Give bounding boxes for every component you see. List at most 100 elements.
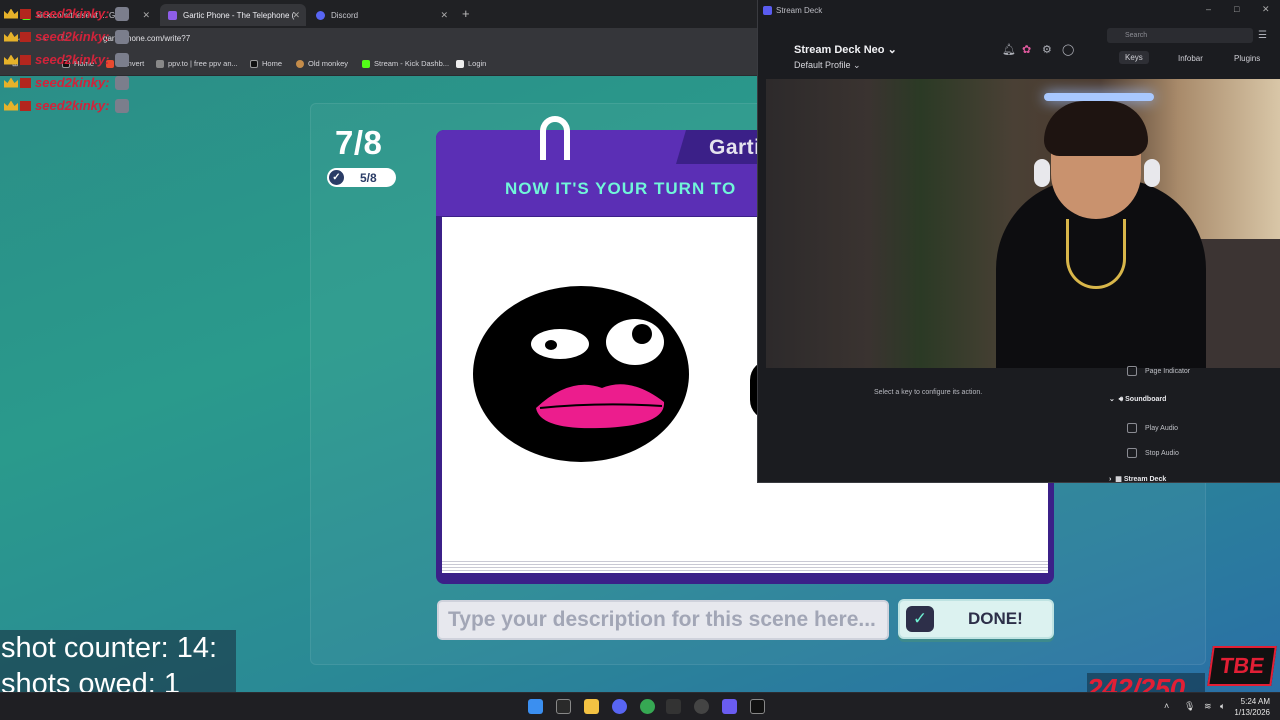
gear-icon[interactable]: ⚙ bbox=[1042, 43, 1052, 56]
chat-message: seed2kinky: bbox=[4, 2, 130, 25]
minimize-icon[interactable]: – bbox=[1206, 4, 1211, 14]
close-icon[interactable]: ✕ bbox=[292, 10, 300, 21]
action-stop-audio[interactable]: Stop Audio bbox=[1127, 448, 1179, 458]
page-indicator-icon bbox=[1127, 366, 1137, 376]
players-ready-badge: ✓ 5/8 bbox=[327, 168, 396, 187]
category-stream-deck[interactable]: › ▦ Stream Deck bbox=[1109, 475, 1166, 483]
tab-label: Gartic Phone - The Telephone ( bbox=[183, 10, 295, 20]
chevron-down-icon: ⌄ bbox=[887, 44, 897, 56]
close-icon[interactable]: ✕ bbox=[1262, 4, 1270, 15]
chevron-right-icon: › bbox=[1109, 476, 1112, 483]
windows-start-icon[interactable] bbox=[528, 699, 543, 714]
davinci-icon[interactable] bbox=[750, 699, 765, 714]
kick-icon bbox=[362, 59, 370, 68]
check-icon: ✓ bbox=[906, 606, 934, 632]
badge-icon bbox=[20, 77, 31, 88]
right-pupil bbox=[632, 324, 652, 344]
chat-username: seed2kinky: bbox=[35, 75, 110, 90]
emote-icon bbox=[115, 6, 130, 21]
monkey-icon bbox=[296, 59, 304, 68]
scene-description-input[interactable] bbox=[437, 600, 889, 640]
close-icon[interactable]: ✕ bbox=[142, 10, 150, 21]
discord-icon[interactable] bbox=[612, 699, 627, 714]
notification-icon[interactable]: 🔔︎ bbox=[1002, 43, 1016, 56]
chat-message: seed2kinky: bbox=[4, 25, 130, 48]
emote-icon bbox=[115, 98, 130, 113]
stop-audio-icon bbox=[1127, 448, 1137, 458]
epic-games-icon[interactable] bbox=[666, 699, 681, 714]
profile-selector[interactable]: Default Profile ⌄ bbox=[794, 60, 861, 71]
tab-label: Infobar bbox=[1178, 54, 1203, 63]
bookmark-home-2[interactable]: Home bbox=[250, 59, 282, 68]
tab-infobar[interactable]: Infobar bbox=[1178, 54, 1203, 63]
action-play-audio[interactable]: Play Audio bbox=[1127, 423, 1178, 433]
login-icon bbox=[456, 59, 464, 68]
done-label: DONE! bbox=[968, 609, 1023, 628]
search-input[interactable]: Search bbox=[1107, 28, 1253, 43]
chat-username: seed2kinky: bbox=[35, 29, 110, 44]
tab-gartic[interactable]: Gartic Phone - The Telephone ( ✕ bbox=[160, 4, 306, 26]
grid-icon: ▦ bbox=[1115, 476, 1122, 483]
tab-discord[interactable]: Discord ✕ bbox=[308, 4, 454, 26]
windows-taskbar: ˄ 🎙︎ ≋ 🔈︎ 5:24 AM 1/13/2026 bbox=[0, 692, 1280, 720]
speaker-icon: 🔊︎ bbox=[1118, 396, 1124, 403]
device-selector[interactable]: Stream Deck Neo ⌄ bbox=[794, 43, 897, 56]
microphone-icon[interactable]: 🎙︎ bbox=[1184, 701, 1195, 712]
stream-chat-overlay: seed2kinky: seed2kinky: seed2kinky: seed… bbox=[4, 2, 130, 117]
action-label: Stop Audio bbox=[1145, 449, 1179, 457]
round-counter: 7/8 bbox=[335, 124, 383, 161]
wifi-icon[interactable]: ≋ bbox=[1204, 701, 1212, 712]
tab-plugins[interactable]: Plugins bbox=[1234, 54, 1260, 63]
tab-label: Plugins bbox=[1234, 54, 1261, 63]
app-icon[interactable] bbox=[556, 699, 571, 714]
headphone-right bbox=[1144, 159, 1160, 187]
system-clock[interactable]: 5:24 AM 1/13/2026 bbox=[1234, 696, 1270, 718]
action-page-indicator[interactable]: Page Indicator bbox=[1127, 366, 1190, 376]
crown-icon bbox=[4, 77, 18, 88]
badge-icon bbox=[20, 31, 31, 42]
action-label: Play Audio bbox=[1145, 424, 1179, 432]
chat-username: seed2kinky: bbox=[35, 98, 110, 113]
bookmark-label: ppv.to | free ppv an... bbox=[168, 59, 238, 68]
volume-icon[interactable]: 🔈︎ bbox=[1220, 701, 1225, 712]
chevron-up-icon[interactable]: ˄ bbox=[1164, 701, 1169, 711]
chat-username: seed2kinky: bbox=[35, 6, 110, 21]
stream-deck-titlebar: Stream Deck – □ ✕ bbox=[758, 0, 1280, 22]
right-eye bbox=[606, 319, 664, 365]
account-icon[interactable]: ◯ bbox=[1062, 43, 1074, 56]
bookmark-old-monkey[interactable]: Old monkey bbox=[296, 59, 348, 68]
new-tab-button[interactable]: + bbox=[462, 6, 470, 21]
gartic-icon bbox=[168, 10, 177, 20]
clock-date: 1/13/2026 bbox=[1234, 708, 1270, 717]
obs-icon[interactable] bbox=[694, 699, 709, 714]
stream-deck-icon[interactable] bbox=[722, 699, 737, 714]
crown-icon bbox=[4, 100, 18, 111]
category-soundboard[interactable]: ⌄ 🔊︎ Soundboard bbox=[1109, 395, 1166, 404]
face-shape bbox=[473, 286, 689, 462]
tab-keys[interactable]: Keys bbox=[1119, 51, 1149, 64]
chat-username: seed2kinky: bbox=[35, 52, 110, 67]
key-config-hint: Select a key to configure its action. bbox=[874, 389, 983, 396]
badge-icon bbox=[20, 54, 31, 65]
bookmark-ppv[interactable]: ppv.to | free ppv an... bbox=[156, 59, 238, 68]
streamer-hair bbox=[1044, 101, 1148, 156]
binder-ring bbox=[540, 116, 570, 160]
bookmark-kick-dashboard[interactable]: Stream - Kick Dashb... bbox=[362, 59, 449, 68]
category-label: Soundboard bbox=[1125, 396, 1167, 403]
marketplace-icon[interactable]: ✿ bbox=[1022, 43, 1031, 56]
action-label: Page Indicator bbox=[1145, 367, 1191, 375]
done-button[interactable]: ✓ DONE! bbox=[898, 599, 1054, 639]
bookmark-login[interactable]: Login bbox=[456, 59, 486, 68]
list-view-icon[interactable]: ☰ bbox=[1258, 30, 1267, 41]
clock-time: 5:24 AM bbox=[1240, 697, 1270, 706]
chrome-icon[interactable] bbox=[640, 699, 655, 714]
stream-deck-window: Stream Deck – □ ✕ Search ☰ Stream Deck N… bbox=[757, 0, 1280, 483]
check-icon: ✓ bbox=[329, 170, 344, 185]
close-icon[interactable]: ✕ bbox=[440, 10, 448, 21]
folder-icon[interactable] bbox=[584, 699, 599, 714]
ppv-icon bbox=[156, 59, 164, 68]
maximize-icon[interactable]: □ bbox=[1234, 4, 1239, 14]
bookmark-label: Stream - Kick Dashb... bbox=[374, 59, 450, 68]
tab-label: Discord bbox=[331, 10, 359, 20]
discord-icon bbox=[316, 10, 325, 20]
